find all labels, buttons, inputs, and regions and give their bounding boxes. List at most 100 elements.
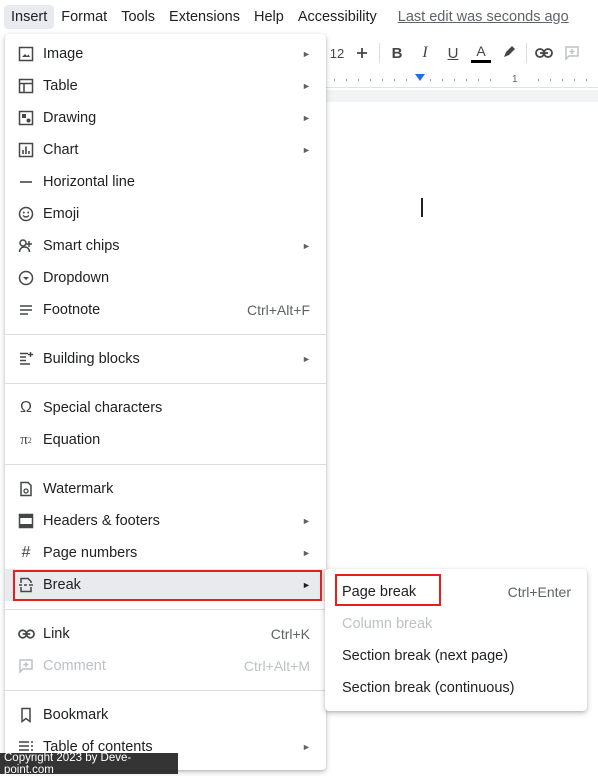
submenu-item-section-break-continuous[interactable]: Section break (continuous) <box>325 672 587 704</box>
menu-item-label: Chart <box>43 142 79 158</box>
menu-item-label: Equation <box>43 432 101 448</box>
footnote-icon <box>17 301 35 319</box>
font-size-field[interactable]: 12 <box>326 39 348 67</box>
shortcut-label: Ctrl+Alt+M <box>243 658 310 674</box>
highlight-color-button[interactable] <box>495 39 523 67</box>
text-color-icon: A <box>471 44 491 63</box>
dropdown-icon <box>17 269 35 287</box>
underline-button[interactable]: U <box>439 39 467 67</box>
underline-icon: U <box>447 44 459 62</box>
menu-divider <box>5 609 326 610</box>
menu-item-label: Bookmark <box>43 707 109 723</box>
submenu-item-label: Column break <box>342 616 433 632</box>
menu-accessibility[interactable]: Accessibility <box>291 5 384 29</box>
submenu-item-section-break-next-page[interactable]: Section break (next page) <box>325 640 587 672</box>
add-comment-button[interactable] <box>558 39 586 67</box>
page-numbers-icon: # <box>21 544 31 561</box>
comment-icon <box>17 657 35 675</box>
menu-help[interactable]: Help <box>247 5 291 29</box>
emoji-icon <box>17 205 35 223</box>
submenu-arrow-icon: ► <box>302 113 311 123</box>
bold-icon: B <box>391 44 403 62</box>
break-highlight-box <box>13 570 322 601</box>
menu-item-special-characters[interactable]: Ω Special characters <box>5 392 326 424</box>
menu-item-chart[interactable]: Chart ► <box>5 134 326 166</box>
last-edit-link[interactable]: Last edit was seconds ago <box>398 9 569 25</box>
menu-item-label: Building blocks <box>43 351 140 367</box>
submenu-arrow-icon: ► <box>302 354 311 364</box>
submenu-arrow-icon: ► <box>302 548 311 558</box>
italic-icon: I <box>422 44 428 61</box>
drawing-icon <box>17 109 35 127</box>
headers-footers-icon <box>17 512 35 530</box>
menu-item-headers-footers[interactable]: Headers & footers ► <box>5 505 326 537</box>
menu-divider <box>5 464 326 465</box>
menu-divider <box>5 383 326 384</box>
smart-chips-icon <box>17 237 35 255</box>
menu-item-bookmark[interactable]: Bookmark <box>5 699 326 731</box>
bookmark-icon <box>17 706 35 724</box>
indent-marker[interactable] <box>415 74 425 81</box>
menu-tools[interactable]: Tools <box>114 5 162 29</box>
menu-item-label: Special characters <box>43 400 163 416</box>
submenu-arrow-icon: ► <box>302 145 311 155</box>
submenu-arrow-icon: ► <box>302 49 311 59</box>
link-icon <box>535 48 553 58</box>
submenu-arrow-icon: ► <box>302 81 311 91</box>
menu-item-label: Emoji <box>43 206 80 222</box>
menu-item-page-numbers[interactable]: # Page numbers ► <box>5 537 326 569</box>
menu-item-equation[interactable]: π2 Equation <box>5 424 326 456</box>
menu-item-table[interactable]: Table ► <box>5 70 326 102</box>
insert-menu: Image ► Table ► Drawing ► Chart ► Horizo… <box>5 34 326 770</box>
menu-item-label: Table <box>43 78 78 94</box>
increase-font-size-button[interactable] <box>348 39 376 67</box>
menu-item-label: Dropdown <box>43 270 110 286</box>
menu-item-drawing[interactable]: Drawing ► <box>5 102 326 134</box>
add-comment-icon <box>565 46 579 61</box>
document-background <box>326 90 598 102</box>
menu-item-label: Smart chips <box>43 238 120 254</box>
bold-button[interactable]: B <box>383 39 411 67</box>
menu-item-label: Headers & footers <box>43 513 160 529</box>
menu-item-label: Watermark <box>43 481 114 497</box>
shortcut-label: Ctrl+K <box>270 626 310 642</box>
menu-extensions[interactable]: Extensions <box>162 5 247 29</box>
equation-icon: π2 <box>20 431 32 448</box>
italic-button[interactable]: I <box>411 39 439 67</box>
menu-item-watermark[interactable]: Watermark <box>5 473 326 505</box>
menu-item-building-blocks[interactable]: Building blocks ► <box>5 343 326 375</box>
menu-item-dropdown[interactable]: Dropdown <box>5 262 326 294</box>
menu-item-label: Page numbers <box>43 545 138 561</box>
plus-icon <box>357 48 367 58</box>
image-icon <box>17 45 35 63</box>
submenu-item-label: Section break (next page) <box>342 648 509 664</box>
menu-format[interactable]: Format <box>54 5 114 29</box>
menu-item-link[interactable]: Link Ctrl+K <box>5 618 326 650</box>
menu-item-image[interactable]: Image ► <box>5 38 326 70</box>
toolbar-divider <box>379 43 380 63</box>
menu-insert[interactable]: Insert <box>4 5 55 29</box>
menu-item-label: Image <box>43 46 84 62</box>
menu-item-label: Comment <box>43 658 106 674</box>
menu-item-footnote[interactable]: Footnote Ctrl+Alt+F <box>5 294 326 326</box>
menu-divider <box>5 334 326 335</box>
menu-item-smart-chips[interactable]: Smart chips ► <box>5 230 326 262</box>
menu-item-comment[interactable]: Comment Ctrl+Alt+M <box>5 650 326 682</box>
submenu-item-label: Section break (continuous) <box>342 680 515 696</box>
menu-item-horizontal-line[interactable]: Horizontal line <box>5 166 326 198</box>
submenu-arrow-icon: ► <box>302 516 311 526</box>
text-color-button[interactable]: A <box>467 39 495 67</box>
submenu-item-column-break[interactable]: Column break <box>325 608 587 640</box>
ruler-number: 1 <box>512 74 518 85</box>
insert-link-button[interactable] <box>530 39 558 67</box>
text-cursor <box>421 198 423 217</box>
menu-item-emoji[interactable]: Emoji <box>5 198 326 230</box>
chart-icon <box>17 141 35 159</box>
building-blocks-icon <box>17 350 35 368</box>
menu-bar: Insert Format Tools Extensions Help Acce… <box>0 0 598 34</box>
ruler: 1 <box>326 72 598 88</box>
menu-item-label: Drawing <box>43 110 97 126</box>
toolbar-divider <box>526 43 527 63</box>
special-characters-icon: Ω <box>20 399 32 416</box>
page-break-highlight-box <box>335 574 441 606</box>
